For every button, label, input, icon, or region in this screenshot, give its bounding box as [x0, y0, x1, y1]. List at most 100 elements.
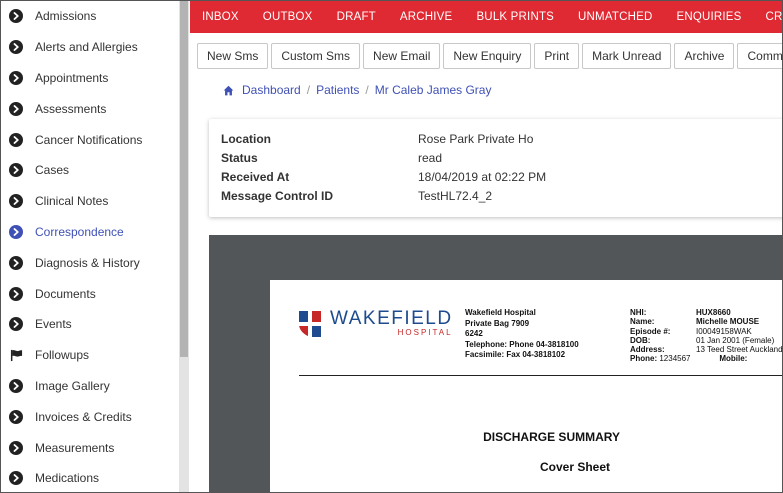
patient-details: NHI: HUX8660 Name: Michelle MOUSE Episode …: [630, 308, 783, 364]
info-value: read: [418, 150, 443, 165]
chevron-circle-right-icon: [9, 163, 23, 178]
info-label: Received At: [221, 169, 290, 184]
sidebar-item-cases[interactable]: Cases: [1, 155, 179, 186]
info-value: Rose Park Private Ho: [418, 131, 534, 146]
sidebar-item-label: Assessments: [35, 101, 107, 116]
breadcrumb-separator: /: [365, 83, 369, 97]
sidebar-item-label: Medications: [35, 471, 100, 486]
sidebar-item-label: Alerts and Allergies: [35, 40, 138, 55]
comment-button[interactable]: Comment: [737, 43, 782, 69]
info-row-message-control-id: Message Control ID TestHL72.4_2: [221, 186, 492, 205]
chevron-circle-right-icon: [9, 224, 23, 239]
document-page: WAKEFIELD HOSPITAL Wakefield Hospital Pr…: [270, 280, 783, 492]
document-divider: [299, 375, 782, 376]
info-row-status: Status read: [221, 148, 442, 167]
patient-field-label: Mobile:: [719, 354, 748, 364]
sidebar-item-appointments[interactable]: Appointments: [1, 63, 179, 94]
patient-dob: 01 Jan 2001 (Female): [696, 335, 775, 345]
sidebar-item-followups[interactable]: Followups: [1, 340, 179, 371]
new-email-button[interactable]: New Email: [363, 43, 441, 69]
nav-tab-create[interactable]: CREATE: [754, 11, 782, 23]
patient-phone: 1234567: [659, 354, 691, 364]
flag-icon: [9, 348, 23, 362]
patient-field-label: Episode #:: [630, 326, 671, 336]
sidebar-item-label: Admissions: [35, 9, 97, 24]
hospital-line: Private Bag 7909: [465, 318, 530, 328]
hospital-logo: WAKEFIELD HOSPITAL: [298, 309, 453, 338]
sidebar-scrollbar-thumb[interactable]: [180, 1, 188, 357]
hospital-line: Wakefield Hospital: [465, 308, 536, 317]
chevron-circle-right-icon: [9, 101, 23, 116]
top-nav-bar: INBOX OUTBOX DRAFT ARCHIVE BULK PRINTS UNMATC…: [190, 1, 782, 33]
hospital-line: 6242: [465, 329, 483, 338]
sidebar-item-label: Correspondence: [35, 224, 124, 239]
breadcrumb: Dashboard / Patients / Mr Caleb James Gr…: [223, 83, 491, 97]
message-toolbar: New Sms Custom Sms New Email New Enquiry Pri…: [197, 43, 782, 69]
sidebar-item-label: Measurements: [35, 440, 115, 455]
document-subtitle: Cover Sheet: [539, 460, 610, 474]
logo-title: WAKEFIELD: [330, 308, 453, 329]
info-value: 18/04/2019 at 02:22 PM: [418, 169, 547, 184]
nav-tab-enquiries[interactable]: ENQUIRIES: [664, 11, 753, 23]
sidebar-item-correspondence[interactable]: Correspondence: [1, 217, 179, 248]
logo-subtitle: HOSPITAL: [397, 328, 453, 337]
sidebar-item-measurements[interactable]: Measurements: [1, 432, 179, 463]
chevron-circle-right-icon: [9, 9, 23, 24]
info-row-received-at: Received At 18/04/2019 at 02:22 PM: [221, 167, 546, 186]
sidebar-item-documents[interactable]: Documents: [1, 278, 179, 309]
archive-button[interactable]: Archive: [674, 43, 735, 69]
info-value: TestHL72.4_2: [418, 188, 493, 203]
nav-tab-bulk-prints[interactable]: BULK PRINTS: [464, 11, 566, 23]
chevron-circle-right-icon: [9, 132, 23, 147]
sidebar-item-assessments[interactable]: Assessments: [1, 93, 179, 124]
sidebar-item-label: Events: [35, 317, 72, 332]
hospital-contact: Wakefield Hospital Private Bag 7909 6242…: [465, 308, 579, 361]
sidebar-item-medications[interactable]: Medications: [1, 463, 179, 492]
sidebar-item-events[interactable]: Events: [1, 309, 179, 340]
chevron-circle-right-icon: [9, 40, 23, 55]
info-label: Status: [221, 150, 258, 165]
sidebar-item-label: Documents: [35, 286, 96, 301]
chevron-circle-right-icon: [9, 440, 23, 455]
info-label: Location: [221, 131, 271, 146]
patient-field-label: Name:: [630, 317, 655, 327]
nav-tab-outbox[interactable]: OUTBOX: [251, 11, 325, 23]
sidebar-item-label: Image Gallery: [35, 378, 110, 393]
patient-address: 13 Teed Street Auckland: [696, 345, 783, 355]
nav-tab-unmatched[interactable]: UNMATCHED: [566, 11, 664, 23]
sidebar-item-label: Followups: [35, 348, 90, 363]
app-window: Admissions Alerts and Allergies Appointmen…: [0, 0, 783, 493]
breadcrumb-patient-name[interactable]: Mr Caleb James Gray: [375, 83, 492, 97]
sidebar-item-label: Clinical Notes: [35, 194, 109, 209]
print-button[interactable]: Print: [534, 43, 580, 69]
sidebar: Admissions Alerts and Allergies Appointmen…: [1, 1, 179, 492]
sidebar-item-image-gallery[interactable]: Image Gallery: [1, 371, 179, 402]
sidebar-item-invoices-credits[interactable]: Invoices & Credits: [1, 401, 179, 432]
message-info-card: Location Rose Park Private Ho Status rea…: [209, 119, 782, 217]
sidebar-item-alerts-and-allergies[interactable]: Alerts and Allergies: [1, 32, 179, 63]
patient-field-label: NHI:: [630, 308, 647, 317]
chevron-circle-right-icon: [9, 471, 23, 486]
shield-logo-icon: [299, 310, 321, 337]
custom-sms-button[interactable]: Custom Sms: [271, 43, 361, 69]
nav-tab-archive[interactable]: ARCHIVE: [388, 11, 465, 23]
sidebar-item-cancer-notifications[interactable]: Cancer Notifications: [1, 124, 179, 155]
patient-episode: I00049158WAK: [696, 326, 752, 336]
nav-tab-draft[interactable]: DRAFT: [325, 11, 388, 23]
sidebar-item-admissions[interactable]: Admissions: [1, 1, 179, 32]
sidebar-item-label: Cancer Notifications: [35, 132, 143, 147]
breadcrumb-patients[interactable]: Patients: [316, 83, 359, 97]
new-sms-button[interactable]: New Sms: [197, 43, 269, 69]
mark-unread-button[interactable]: Mark Unread: [582, 43, 672, 69]
nav-tab-inbox[interactable]: INBOX: [190, 11, 251, 23]
hospital-line: Facsimile: Fax 04-3818102: [465, 350, 566, 359]
document-viewer[interactable]: WAKEFIELD HOSPITAL Wakefield Hospital Pr…: [209, 235, 783, 492]
chevron-circle-right-icon: [9, 378, 23, 393]
sidebar-item-diagnosis-history[interactable]: Diagnosis & History: [1, 247, 179, 278]
sidebar-item-clinical-notes[interactable]: Clinical Notes: [1, 186, 179, 217]
chevron-circle-right-icon: [9, 194, 23, 209]
new-enquiry-button[interactable]: New Enquiry: [443, 43, 532, 69]
breadcrumb-dashboard[interactable]: Dashboard: [242, 83, 301, 97]
home-icon[interactable]: [223, 85, 234, 96]
chevron-circle-right-icon: [9, 317, 23, 332]
